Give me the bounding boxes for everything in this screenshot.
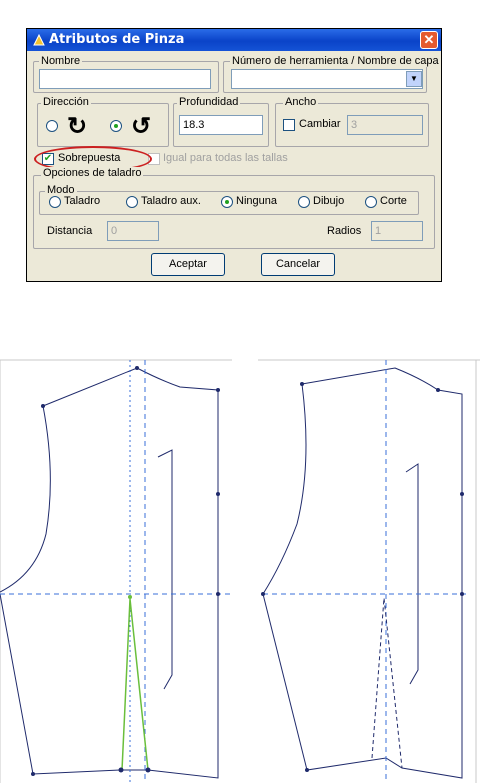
clockwise-radio[interactable] (46, 120, 58, 132)
dart-tool-icon (33, 33, 45, 46)
pattern-left (0, 359, 232, 783)
title-bar[interactable]: Atributos de Pinza ✕ (27, 29, 441, 51)
igual-label: Igual para todas las tallas (163, 152, 288, 164)
mode-radio-taladro-aux[interactable] (126, 196, 138, 208)
opciones-label: Opciones de taladro (41, 167, 144, 179)
vertex-points-right (261, 382, 464, 772)
rotate-clockwise-icon: ↻ (67, 113, 88, 140)
dart-attributes-dialog: Atributos de Pinza ✕ Nombre Número de he… (26, 28, 442, 282)
mode-radio-ninguna[interactable] (221, 196, 233, 208)
direccion-label: Dirección (41, 96, 91, 108)
mode-label-corte: Corte (380, 195, 407, 207)
dialog-title: Atributos de Pinza (49, 32, 185, 47)
mode-label-taladro: Taladro (64, 195, 101, 207)
mode-label-ninguna: Ninguna (236, 195, 277, 207)
profundidad-label: Profundidad (177, 96, 241, 108)
front-bodice-outline (0, 367, 219, 779)
mode-radio-dibujo[interactable] (298, 196, 310, 208)
counterclockwise-radio[interactable] (110, 120, 122, 132)
mode-radio-taladro[interactable] (49, 196, 61, 208)
ancho-label: Ancho (283, 96, 319, 108)
cambiar-label: Cambiar (299, 118, 341, 130)
pattern-illustrations (0, 359, 480, 783)
mode-label-taladro-aux: Taladro aux. (141, 195, 201, 207)
mode-radio-corte[interactable] (365, 196, 377, 208)
distancia-label: Distancia (47, 225, 93, 237)
dart-marker-right (405, 463, 419, 685)
front-bodice-outline-right (262, 367, 463, 779)
cancelar-button[interactable]: Cancelar (261, 253, 335, 276)
pattern-right (258, 359, 480, 783)
close-button[interactable]: ✕ (420, 31, 438, 49)
herramienta-select[interactable] (231, 69, 423, 89)
vertex-points (31, 366, 220, 776)
nombre-label: Nombre (39, 55, 83, 67)
close-icon: ✕ (423, 32, 435, 47)
radios-input[interactable]: 1 (371, 221, 423, 241)
nombre-input[interactable] (39, 69, 211, 89)
chevron-down-icon[interactable]: ▼ (406, 71, 422, 87)
dashed-dart-right (371, 597, 403, 769)
cambiar-checkbox[interactable] (283, 119, 295, 131)
ancho-input[interactable]: 3 (347, 115, 423, 135)
aceptar-button[interactable]: Aceptar (151, 253, 225, 276)
green-dart (121, 598, 149, 771)
profundidad-input[interactable]: 18.3 (179, 115, 263, 135)
radios-label: Radios (327, 225, 362, 237)
mode-label-dibujo: Dibujo (313, 195, 345, 207)
rotate-counterclockwise-icon: ↺ (131, 113, 152, 140)
dart-marker (157, 449, 173, 690)
distancia-input[interactable]: 0 (107, 221, 159, 241)
herramienta-label: Número de herramienta / Nombre de capa (230, 55, 441, 67)
